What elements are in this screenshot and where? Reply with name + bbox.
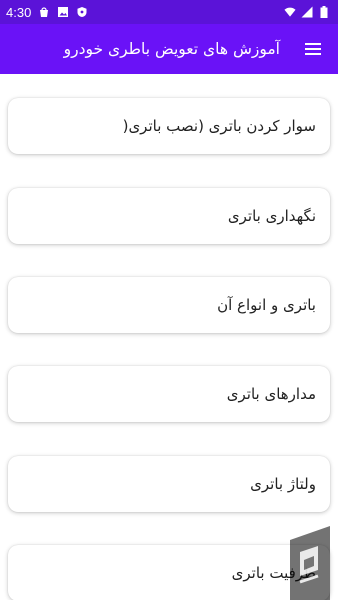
battery-icon: [318, 6, 330, 18]
wifi-icon: [284, 6, 296, 18]
list-item-label: سوار کردن باتری (نصب باتری(: [122, 117, 316, 135]
list-item-battery-voltage[interactable]: ولتاژ باتری: [8, 456, 330, 512]
signal-icon: [301, 6, 313, 18]
list-item-battery-maintenance[interactable]: نگهداری باتری: [8, 188, 330, 244]
list-item-label: مدارهای باتری: [226, 385, 316, 403]
status-left: 4:30: [6, 5, 88, 20]
list-item-battery-types[interactable]: باتری و انواع آن: [8, 277, 330, 333]
app-title: آموزش های تعویض باطری خودرو: [63, 40, 280, 58]
hamburger-menu-icon[interactable]: [302, 38, 324, 60]
list-item-battery-circuits[interactable]: مدارهای باتری: [8, 366, 330, 422]
list-item-label: نگهداری باتری: [227, 207, 316, 225]
image-icon: [57, 6, 69, 18]
list-item-battery-capacity[interactable]: ظرفیت باتری: [8, 545, 330, 600]
app-bar: آموزش های تعویض باطری خودرو: [0, 24, 338, 74]
status-right: [284, 6, 330, 18]
shopping-bag-icon: [38, 6, 50, 18]
shield-icon: [76, 6, 88, 18]
status-bar: 4:30: [0, 0, 338, 24]
list-item-label: ولتاژ باتری: [250, 475, 316, 493]
bazaar-logo-icon: [288, 522, 330, 600]
list-item-label: باتری و انواع آن: [217, 296, 316, 314]
list-item-battery-installation[interactable]: سوار کردن باتری (نصب باتری(: [8, 98, 330, 154]
status-time: 4:30: [6, 4, 32, 20]
